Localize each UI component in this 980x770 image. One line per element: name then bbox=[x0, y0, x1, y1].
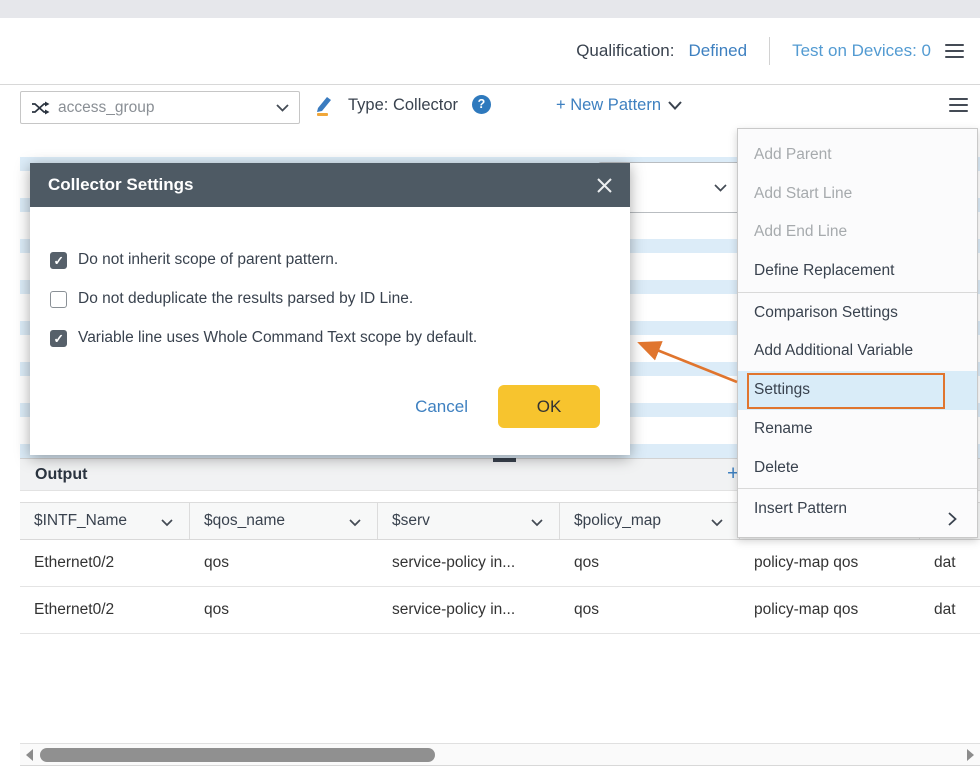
header-divider bbox=[769, 37, 770, 65]
option-row: Do not deduplicate the results parsed by… bbox=[50, 290, 610, 308]
qualification-value-link[interactable]: Defined bbox=[688, 41, 747, 61]
checkbox-inherit-scope[interactable] bbox=[50, 252, 67, 269]
qualification-label: Qualification: bbox=[576, 41, 674, 61]
menu-item-rename[interactable]: Rename bbox=[738, 410, 977, 449]
header-bar: Qualification: Defined Test on Devices: … bbox=[0, 18, 980, 85]
checkbox-variable-scope[interactable] bbox=[50, 330, 67, 347]
scroll-left-icon[interactable] bbox=[26, 749, 33, 761]
new-pattern-label: + New Pattern bbox=[556, 96, 661, 115]
checkbox-deduplicate[interactable] bbox=[50, 291, 67, 308]
cell-6: dat bbox=[920, 540, 980, 586]
scroll-right-icon[interactable] bbox=[967, 749, 974, 761]
cell-qos-name: qos bbox=[190, 540, 378, 586]
checkbox-label: Variable line uses Whole Command Text sc… bbox=[78, 329, 477, 347]
checkbox-label: Do not inherit scope of parent pattern. bbox=[78, 251, 338, 269]
test-on-devices-link[interactable]: Test on Devices: 0 bbox=[792, 41, 931, 61]
column-header-qos-name[interactable]: $qos_name bbox=[190, 503, 378, 539]
cell-qos-name: qos bbox=[190, 587, 378, 633]
collector-settings-dialog: Collector Settings Do not inherit scope … bbox=[30, 163, 630, 455]
column-chevron-icon bbox=[349, 519, 361, 527]
cell-intf-name: Ethernet0/2 bbox=[20, 587, 190, 633]
collector-shuffle-icon bbox=[31, 101, 50, 115]
dialog-body: Do not inherit scope of parent pattern. … bbox=[30, 207, 630, 347]
cell-5: policy-map qos bbox=[740, 540, 920, 586]
new-pattern-button[interactable]: + New Pattern bbox=[556, 96, 682, 115]
dialog-footer: Cancel OK bbox=[415, 385, 600, 428]
menu-item-add-end-line: Add End Line bbox=[738, 213, 977, 252]
column-label: $policy_map bbox=[574, 512, 661, 530]
table-row[interactable]: Ethernet0/2 qos service-policy in... qos… bbox=[20, 540, 980, 587]
column-header-intf-name[interactable]: $INTF_Name bbox=[20, 503, 190, 539]
pattern-select-value: access_group bbox=[58, 99, 268, 117]
option-row: Do not inherit scope of parent pattern. bbox=[50, 251, 610, 269]
cell-policy-map: qos bbox=[560, 540, 740, 586]
column-header-policy-map[interactable]: $policy_map bbox=[560, 503, 740, 539]
menu-item-label: Insert Pattern bbox=[754, 500, 847, 517]
chevron-down-icon bbox=[276, 104, 289, 112]
dialog-header: Collector Settings bbox=[30, 163, 630, 207]
menu-item-add-start-line: Add Start Line bbox=[738, 175, 977, 214]
menu-item-comparison-settings[interactable]: Comparison Settings bbox=[738, 294, 977, 333]
menu-item-delete[interactable]: Delete bbox=[738, 449, 977, 488]
chevron-down-icon bbox=[668, 101, 682, 110]
cell-serv: service-policy in... bbox=[378, 587, 560, 633]
column-label: $serv bbox=[392, 512, 430, 530]
column-header-serv[interactable]: $serv bbox=[378, 503, 560, 539]
pattern-menu-icon[interactable] bbox=[949, 98, 968, 112]
menu-item-define-replacement[interactable]: Define Replacement bbox=[738, 252, 977, 291]
pattern-toolbar: access_group Type: Collector ? + New Pat… bbox=[0, 85, 980, 130]
menu-item-settings[interactable]: Settings bbox=[738, 371, 977, 410]
column-chevron-icon bbox=[531, 519, 543, 527]
cell-intf-name: Ethernet0/2 bbox=[20, 540, 190, 586]
column-chevron-icon bbox=[161, 519, 173, 527]
collapse-handle-icon[interactable] bbox=[493, 458, 516, 462]
help-icon[interactable]: ? bbox=[472, 95, 491, 114]
column-label: $qos_name bbox=[204, 512, 285, 530]
type-label: Type: Collector bbox=[348, 96, 458, 115]
menu-item-add-additional-variable[interactable]: Add Additional Variable bbox=[738, 332, 977, 371]
dialog-title: Collector Settings bbox=[48, 175, 193, 195]
menu-separator bbox=[738, 488, 977, 489]
cell-policy-map: qos bbox=[560, 587, 740, 633]
column-chevron-icon bbox=[711, 519, 723, 527]
output-title: Output bbox=[35, 466, 87, 484]
close-icon[interactable] bbox=[597, 178, 612, 193]
submenu-arrow-icon bbox=[948, 503, 957, 542]
cell-6: dat bbox=[920, 587, 980, 633]
column-label: $INTF_Name bbox=[34, 512, 127, 530]
menu-item-add-parent: Add Parent bbox=[738, 136, 977, 175]
menu-item-insert-pattern[interactable]: Insert Pattern bbox=[738, 490, 977, 529]
option-row: Variable line uses Whole Command Text sc… bbox=[50, 329, 610, 347]
scrollbar-thumb[interactable] bbox=[40, 748, 435, 762]
cell-5: policy-map qos bbox=[740, 587, 920, 633]
pattern-context-menu: Add Parent Add Start Line Add End Line D… bbox=[737, 128, 978, 538]
table-row[interactable]: Ethernet0/2 qos service-policy in... qos… bbox=[20, 587, 980, 634]
cancel-button[interactable]: Cancel bbox=[415, 397, 468, 417]
edit-pencil-icon[interactable] bbox=[314, 95, 334, 121]
ok-button[interactable]: OK bbox=[498, 385, 600, 428]
top-strip bbox=[0, 0, 980, 18]
app-window: Qualification: Defined Test on Devices: … bbox=[0, 0, 980, 770]
horizontal-scrollbar[interactable] bbox=[20, 743, 980, 766]
pattern-select[interactable]: access_group bbox=[20, 91, 300, 124]
cell-serv: service-policy in... bbox=[378, 540, 560, 586]
checkbox-label: Do not deduplicate the results parsed by… bbox=[78, 290, 413, 308]
header-menu-icon[interactable] bbox=[945, 44, 964, 58]
menu-separator bbox=[738, 292, 977, 293]
